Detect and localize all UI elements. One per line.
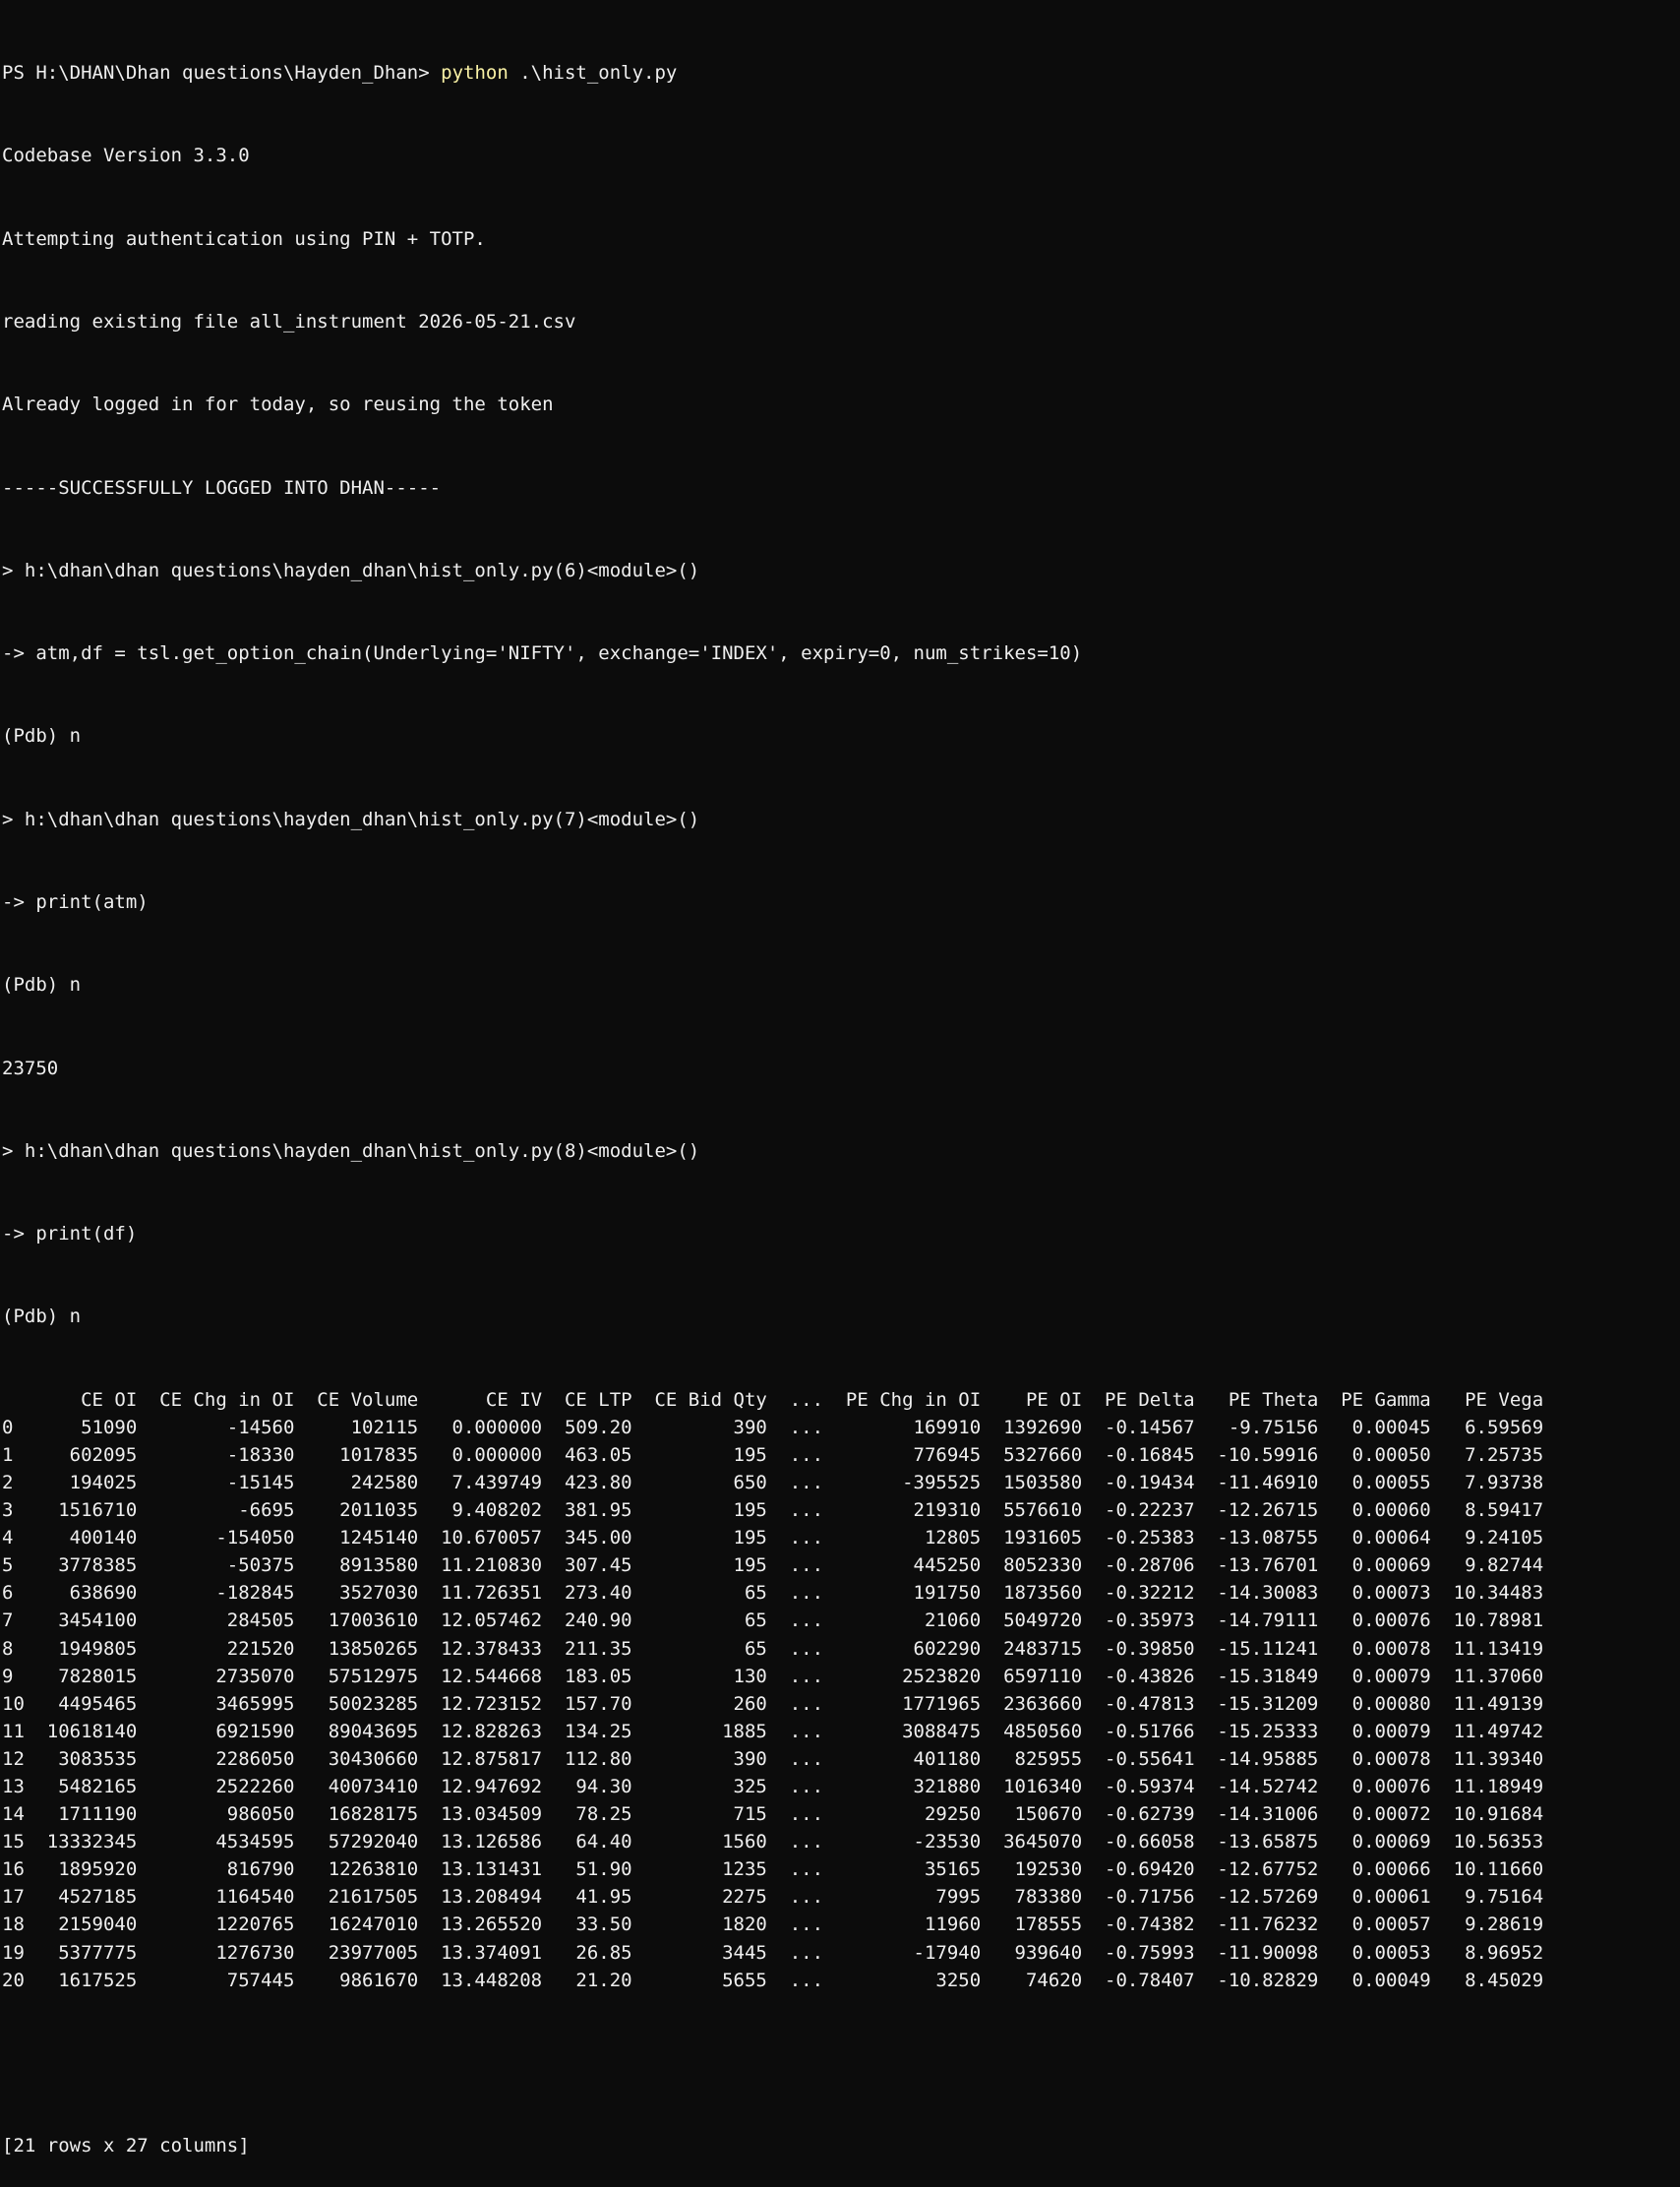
shell-prompt-path: PS H:\DHAN\Dhan questions\Hayden_Dhan> — [2, 62, 430, 85]
terminal-window[interactable]: PS H:\DHAN\Dhan questions\Hayden_Dhan> p… — [2, 4, 1674, 2187]
dataframe-row: 4 400140 -154050 1245140 10.670057 345.0… — [2, 1527, 1544, 1549]
dataframe-row: 9 7828015 2735070 57512975 12.544668 183… — [2, 1665, 1544, 1687]
dataframe-row: 16 1895920 816790 12263810 13.131431 51.… — [2, 1858, 1544, 1881]
output-line: reading existing file all_instrument 202… — [2, 311, 576, 334]
output-line: Already logged in for today, so reusing … — [2, 394, 554, 416]
dataframe-row: 14 1711190 986050 16828175 13.034509 78.… — [2, 1803, 1544, 1826]
output-line: Attempting authentication using PIN + TO… — [2, 227, 486, 250]
dataframe-row: 1 602095 -18330 1017835 0.000000 463.05 … — [2, 1443, 1544, 1466]
dataframe-row: 2 194025 -15145 242580 7.439749 423.80 6… — [2, 1471, 1544, 1493]
dataframe-row: 19 5377775 1276730 23977005 13.374091 26… — [2, 1941, 1544, 1964]
dataframe-row: 15 13332345 4534595 57292040 13.126586 6… — [2, 1831, 1544, 1853]
dataframe-row: 10 4495465 3465995 50023285 12.723152 15… — [2, 1692, 1544, 1715]
dataframe-summary: [21 rows x 27 columns] — [2, 2135, 250, 2157]
output-line: > h:\dhan\dhan questions\hayden_dhan\his… — [2, 808, 700, 830]
dataframe-row: 11 10618140 6921590 89043695 12.828263 1… — [2, 1720, 1544, 1742]
dataframe-output: CE OI CE Chg in OI CE Volume CE IV CE LT… — [2, 1386, 1674, 1994]
dataframe-row: 0 51090 -14560 102115 0.000000 509.20 39… — [2, 1416, 1544, 1438]
shell-command-args: .\hist_only.py — [508, 62, 678, 85]
dataframe-row: 18 2159040 1220765 16247010 13.265520 33… — [2, 1914, 1544, 1936]
output-line: -> print(df) — [2, 1223, 138, 1245]
pdb-prompt-line: (Pdb) n — [2, 1306, 82, 1328]
output-line: -----SUCCESSFULLY LOGGED INTO DHAN----- — [2, 476, 442, 499]
shell-command: python — [441, 62, 509, 85]
dataframe-row: 7 3454100 284505 17003610 12.057462 240.… — [2, 1610, 1544, 1632]
pdb-prompt-line: (Pdb) n — [2, 725, 82, 748]
output-line: > h:\dhan\dhan questions\hayden_dhan\his… — [2, 1139, 700, 1162]
output-line: -> atm,df = tsl.get_option_chain(Underly… — [2, 642, 1083, 665]
output-line: Codebase Version 3.3.0 — [2, 145, 250, 167]
dataframe-row: 17 4527185 1164540 21617505 13.208494 41… — [2, 1886, 1544, 1909]
output-line: -> print(atm) — [2, 891, 149, 913]
dataframe-row: 3 1516710 -6695 2011035 9.408202 381.95 … — [2, 1499, 1544, 1522]
dataframe-row: 20 1617525 757445 9861670 13.448208 21.2… — [2, 1969, 1544, 1991]
shell-prompt-line: PS H:\DHAN\Dhan questions\Hayden_Dhan> p… — [2, 59, 1674, 87]
dataframe-row: 8 1949805 221520 13850265 12.378433 211.… — [2, 1637, 1544, 1660]
dataframe-row: 6 638690 -182845 3527030 11.726351 273.4… — [2, 1582, 1544, 1605]
dataframe-row: 13 5482165 2522260 40073410 12.947692 94… — [2, 1776, 1544, 1797]
pdb-prompt-line: (Pdb) n — [2, 974, 82, 997]
dataframe-header-row: CE OI CE Chg in OI CE Volume CE IV CE LT… — [2, 1388, 1544, 1411]
dataframe-row: 5 3778385 -50375 8913580 11.210830 307.4… — [2, 1554, 1544, 1577]
output-line: > h:\dhan\dhan questions\hayden_dhan\his… — [2, 559, 700, 581]
dataframe-row: 12 3083535 2286050 30430660 12.875817 11… — [2, 1747, 1544, 1770]
output-line: 23750 — [2, 1057, 59, 1079]
